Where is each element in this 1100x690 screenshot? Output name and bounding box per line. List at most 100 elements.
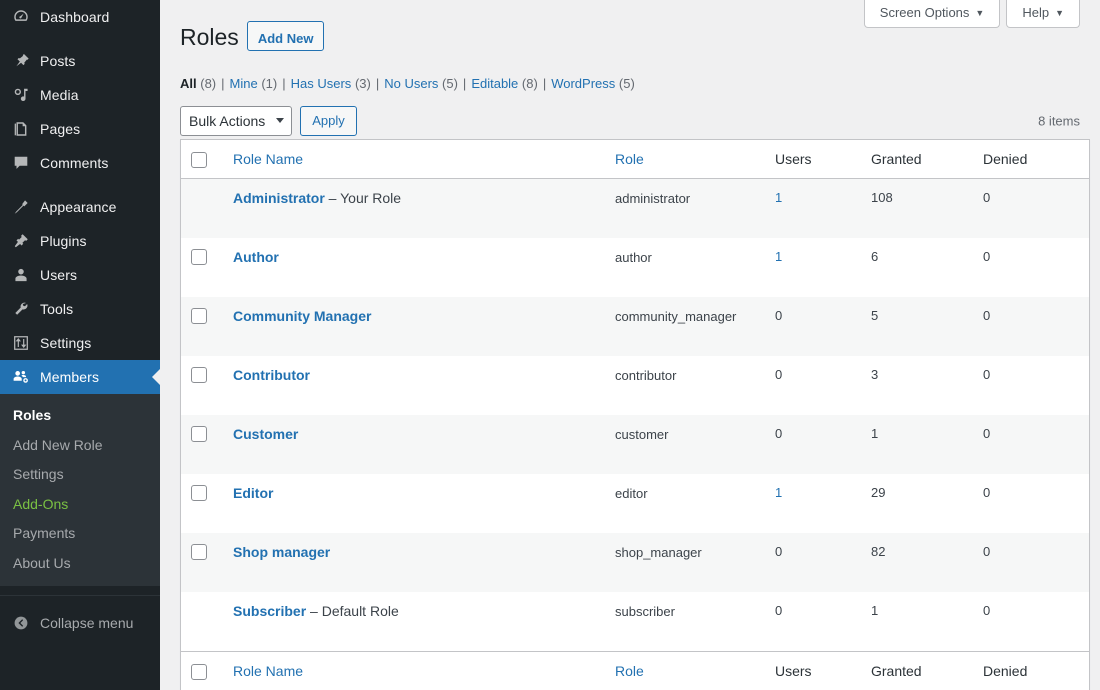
submenu-item-add-ons[interactable]: Add-Ons xyxy=(0,490,160,520)
sidebar-item-label: Tools xyxy=(40,302,73,316)
screen-options-button[interactable]: Screen Options▼ xyxy=(864,0,1001,28)
sidebar-item-label: Users xyxy=(40,268,77,282)
column-header-users: Users xyxy=(765,651,861,690)
row-select-checkbox[interactable] xyxy=(191,485,207,501)
select-all-header-bottom xyxy=(181,651,223,690)
column-sort-role[interactable]: Role xyxy=(615,151,644,167)
bulk-actions-select[interactable]: Bulk Actions xyxy=(180,106,292,136)
view-count: (5) xyxy=(619,76,635,91)
role-name-cell: Shop manager xyxy=(223,533,605,592)
submenu-item-roles[interactable]: Roles xyxy=(0,401,160,431)
sidebar-item-settings[interactable]: Settings xyxy=(0,326,160,360)
view-divider: | xyxy=(458,76,471,91)
role-slug-cell: administrator xyxy=(605,179,765,238)
comments-icon xyxy=(11,153,31,173)
select-all-checkbox[interactable] xyxy=(191,664,207,680)
role-name-link[interactable]: Subscriber xyxy=(233,603,306,619)
submenu-item-settings[interactable]: Settings xyxy=(0,460,160,490)
submenu-item-about-us[interactable]: About Us xyxy=(0,549,160,579)
view-count: (1) xyxy=(261,76,277,91)
row-select-checkbox[interactable] xyxy=(191,308,207,324)
select-all-checkbox[interactable] xyxy=(191,152,207,168)
help-button[interactable]: Help▼ xyxy=(1006,0,1080,28)
collapse-menu-button[interactable]: Collapse menu xyxy=(0,606,160,640)
column-label-granted: Granted xyxy=(871,151,922,167)
roles-table: Role NameRoleUsersGrantedDenied Administ… xyxy=(180,139,1090,690)
sidebar-divider xyxy=(0,595,160,596)
sidebar-item-plugins[interactable]: Plugins xyxy=(0,224,160,258)
sidebar-item-dashboard[interactable]: Dashboard xyxy=(0,0,160,34)
column-sort-name[interactable]: Role Name xyxy=(233,151,303,167)
users-cell: 1 xyxy=(765,179,861,238)
view-link-all[interactable]: All xyxy=(180,76,197,91)
sidebar-item-tools[interactable]: Tools xyxy=(0,292,160,326)
help-label: Help xyxy=(1022,5,1049,20)
add-new-button[interactable]: Add New xyxy=(247,21,325,51)
users-count: 0 xyxy=(775,544,782,559)
sidebar-item-members[interactable]: Members xyxy=(0,360,160,394)
row-checkbox-cell xyxy=(181,238,223,297)
denied-count: 0 xyxy=(983,249,990,264)
granted-cell: 3 xyxy=(861,356,973,415)
table-body: Administrator – Your Roleadministrator 1 1… xyxy=(181,179,1089,651)
users-count-link[interactable]: 1 xyxy=(775,485,782,500)
content-area: Screen Options▼ Help▼ Roles Add New All … xyxy=(160,0,1100,690)
sidebar-item-label: Dashboard xyxy=(40,10,109,24)
granted-cell: 29 xyxy=(861,474,973,533)
users-cell: 0 xyxy=(765,356,861,415)
sidebar-item-label: Media xyxy=(40,88,79,102)
role-name-cell: Administrator – Your Role xyxy=(223,179,605,238)
role-slug: shop_manager xyxy=(615,545,702,560)
granted-cell: 6 xyxy=(861,238,973,297)
role-name-link[interactable]: Author xyxy=(233,249,279,265)
role-name-cell: Contributor xyxy=(223,356,605,415)
table-row: Customercustomer010 xyxy=(181,415,1089,474)
users-count-link[interactable]: 1 xyxy=(775,190,782,205)
table-foot: Role NameRoleUsersGrantedDenied xyxy=(181,651,1089,690)
view-link-no-users[interactable]: No Users xyxy=(384,76,438,91)
row-select-checkbox[interactable] xyxy=(191,544,207,560)
chevron-down-icon: ▼ xyxy=(975,8,984,18)
role-name-link[interactable]: Contributor xyxy=(233,367,310,383)
sidebar-item-appearance[interactable]: Appearance xyxy=(0,190,160,224)
column-sort-role[interactable]: Role xyxy=(615,663,644,679)
row-select-checkbox[interactable] xyxy=(191,426,207,442)
users-count-link[interactable]: 1 xyxy=(775,249,782,264)
appearance-icon xyxy=(11,197,31,217)
granted-cell: 1 xyxy=(861,592,973,651)
sidebar-item-pages[interactable]: Pages xyxy=(0,112,160,146)
role-name-link[interactable]: Administrator xyxy=(233,190,325,206)
table-row: Shop managershop_manager0820 xyxy=(181,533,1089,592)
sidebar-item-media[interactable]: Media xyxy=(0,78,160,112)
submenu-item-payments[interactable]: Payments xyxy=(0,519,160,549)
apply-button[interactable]: Apply xyxy=(300,106,357,136)
view-link-wordpress[interactable]: WordPress xyxy=(551,76,615,91)
granted-cell: 108 xyxy=(861,179,973,238)
column-sort-name[interactable]: Role Name xyxy=(233,663,303,679)
role-name-link[interactable]: Customer xyxy=(233,426,298,442)
sidebar-item-label: Comments xyxy=(40,156,108,170)
denied-cell: 0 xyxy=(973,474,1089,533)
denied-cell: 0 xyxy=(973,297,1089,356)
row-select-checkbox[interactable] xyxy=(191,249,207,265)
view-link-editable[interactable]: Editable xyxy=(471,76,518,91)
sidebar-item-comments[interactable]: Comments xyxy=(0,146,160,180)
row-checkbox-cell xyxy=(181,179,223,238)
role-name-link[interactable]: Community Manager xyxy=(233,308,371,324)
column-header-role: Role xyxy=(605,651,765,690)
sidebar-item-label: Appearance xyxy=(40,200,117,214)
admin-sidebar: Dashboard Posts Media Pages Comments Appearan… xyxy=(0,0,160,690)
users-cell: 0 xyxy=(765,415,861,474)
row-select-checkbox[interactable] xyxy=(191,367,207,383)
role-name-link[interactable]: Editor xyxy=(233,485,273,501)
view-item-wordpress: WordPress (5) xyxy=(551,71,635,97)
tools-icon xyxy=(11,299,31,319)
granted-count: 29 xyxy=(871,485,885,500)
view-link-mine[interactable]: Mine xyxy=(230,76,258,91)
users-cell: 1 xyxy=(765,238,861,297)
sidebar-item-posts[interactable]: Posts xyxy=(0,44,160,78)
view-link-has-users[interactable]: Has Users xyxy=(291,76,352,91)
submenu-item-add-new-role[interactable]: Add New Role xyxy=(0,431,160,461)
sidebar-item-users[interactable]: Users xyxy=(0,258,160,292)
role-name-link[interactable]: Shop manager xyxy=(233,544,330,560)
